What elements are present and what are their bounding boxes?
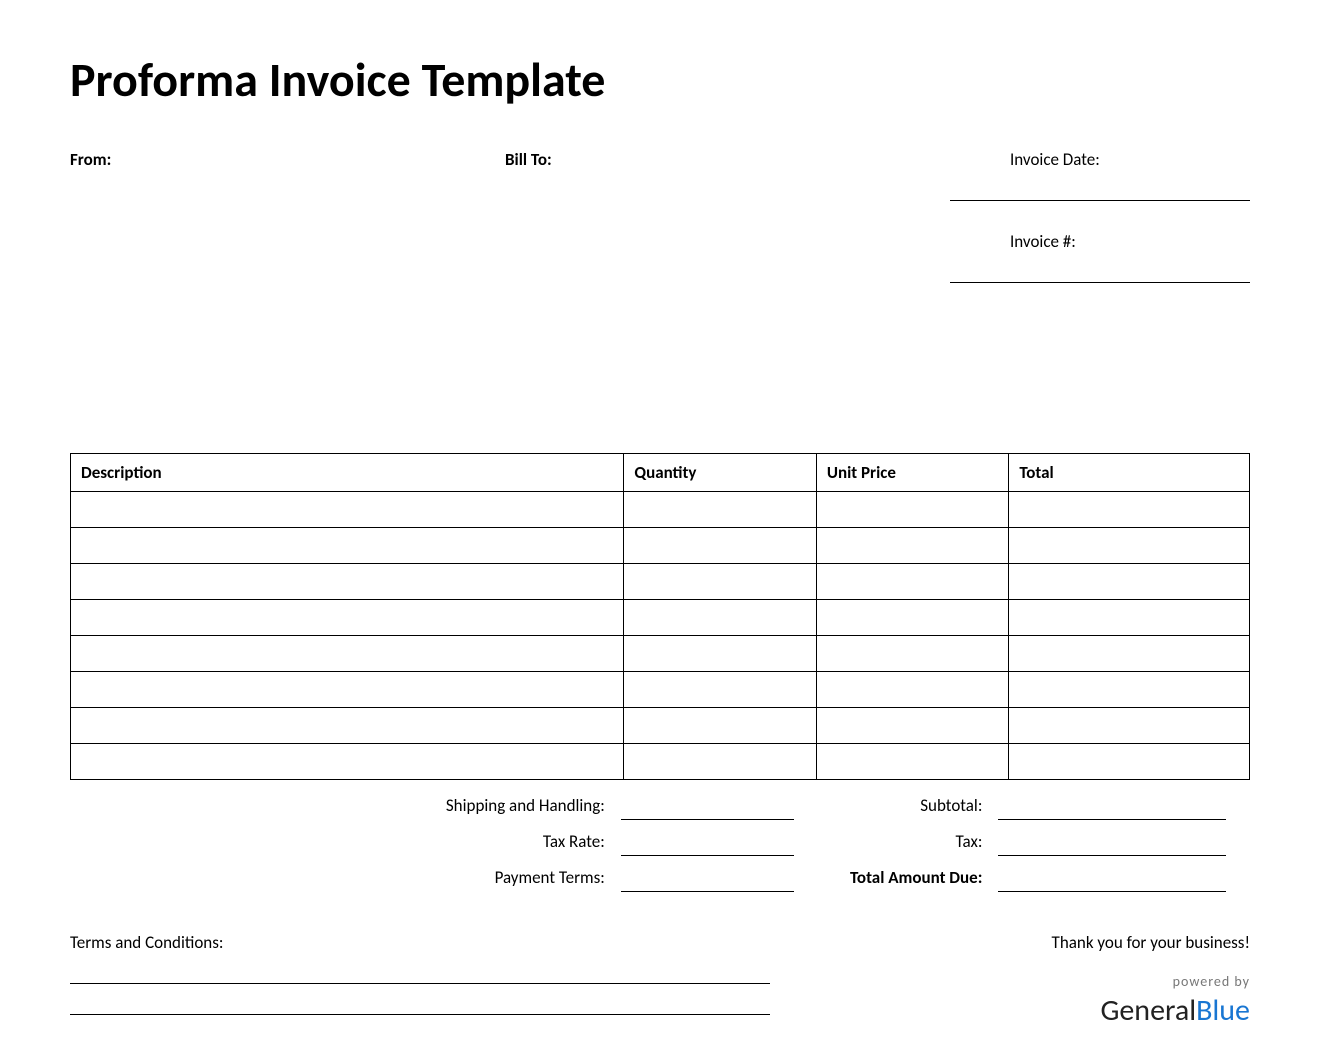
header-info: From: Bill To: Invoice Date: Invoice #: — [70, 149, 1250, 313]
invoice-number-field[interactable] — [950, 282, 1250, 283]
bill-to-block: Bill To: — [505, 149, 950, 313]
cell-total[interactable] — [1009, 636, 1250, 672]
powered-by-text: powered by — [770, 973, 1250, 990]
table-row — [71, 672, 1250, 708]
cell-quantity[interactable] — [624, 672, 816, 708]
cell-unit_price[interactable] — [816, 492, 1008, 528]
cell-unit_price[interactable] — [816, 600, 1008, 636]
cell-description[interactable] — [71, 708, 624, 744]
cell-quantity[interactable] — [624, 492, 816, 528]
cell-unit_price[interactable] — [816, 708, 1008, 744]
invoice-date-field[interactable] — [950, 200, 1250, 201]
cell-total[interactable] — [1009, 564, 1250, 600]
cell-description[interactable] — [71, 744, 624, 780]
invoice-number-label: Invoice #: — [950, 231, 1250, 252]
footer-section: Terms and Conditions: Thank you for your… — [70, 932, 1250, 1045]
cell-unit_price[interactable] — [816, 744, 1008, 780]
col-header-description: Description — [71, 454, 624, 492]
cell-total[interactable] — [1009, 528, 1250, 564]
payment-terms-label: Payment Terms: — [70, 867, 613, 892]
cell-description[interactable] — [71, 636, 624, 672]
cell-quantity[interactable] — [624, 600, 816, 636]
cell-total[interactable] — [1009, 672, 1250, 708]
brand-logo: GeneralBlue — [770, 992, 1250, 1029]
cell-total[interactable] — [1009, 744, 1250, 780]
cell-description[interactable] — [71, 600, 624, 636]
invoice-date-label: Invoice Date: — [950, 149, 1250, 170]
cell-quantity[interactable] — [624, 528, 816, 564]
bill-to-label: Bill To: — [505, 149, 552, 170]
cell-unit_price[interactable] — [816, 672, 1008, 708]
cell-description[interactable] — [71, 528, 624, 564]
cell-unit_price[interactable] — [816, 564, 1008, 600]
col-header-unit-price: Unit Price — [816, 454, 1008, 492]
total-due-field[interactable] — [998, 856, 1226, 892]
subtotal-field[interactable] — [998, 784, 1226, 820]
page-title: Proforma Invoice Template — [70, 50, 1250, 109]
payment-terms-field[interactable] — [621, 856, 794, 892]
terms-line-2[interactable] — [70, 1014, 770, 1015]
table-row — [71, 492, 1250, 528]
meta-block: Invoice Date: Invoice #: — [950, 149, 1250, 313]
cell-quantity[interactable] — [624, 636, 816, 672]
tax-rate-field[interactable] — [621, 820, 794, 856]
col-header-quantity: Quantity — [624, 454, 816, 492]
cell-quantity[interactable] — [624, 708, 816, 744]
shipping-label: Shipping and Handling: — [70, 795, 613, 820]
table-row — [71, 708, 1250, 744]
terms-block: Terms and Conditions: — [70, 932, 770, 1045]
thank-you-text: Thank you for your business! — [770, 932, 1250, 953]
table-row — [71, 600, 1250, 636]
cell-unit_price[interactable] — [816, 636, 1008, 672]
from-block: From: — [70, 149, 505, 313]
col-header-total: Total — [1009, 454, 1250, 492]
cell-description[interactable] — [71, 564, 624, 600]
table-row — [71, 744, 1250, 780]
subtotal-label: Subtotal: — [802, 795, 991, 820]
cell-total[interactable] — [1009, 708, 1250, 744]
brand-blue: Blue — [1196, 992, 1250, 1029]
brand-general: General — [1100, 992, 1196, 1029]
line-items-table: Description Quantity Unit Price Total — [70, 453, 1250, 780]
table-row — [71, 636, 1250, 672]
tax-label: Tax: — [802, 831, 991, 856]
from-label: From: — [70, 149, 111, 170]
cell-unit_price[interactable] — [816, 528, 1008, 564]
cell-quantity[interactable] — [624, 744, 816, 780]
table-row — [71, 528, 1250, 564]
tax-field[interactable] — [998, 820, 1226, 856]
cell-total[interactable] — [1009, 492, 1250, 528]
tax-rate-label: Tax Rate: — [70, 831, 613, 856]
table-row — [71, 564, 1250, 600]
cell-description[interactable] — [71, 672, 624, 708]
shipping-field[interactable] — [621, 784, 794, 820]
terms-line-1[interactable] — [70, 983, 770, 984]
thanks-block: Thank you for your business! powered by … — [770, 932, 1250, 1045]
cell-total[interactable] — [1009, 600, 1250, 636]
summary-section: Shipping and Handling: Tax Rate: Payment… — [70, 784, 1250, 892]
terms-label: Terms and Conditions: — [70, 932, 770, 953]
total-due-label: Total Amount Due: — [802, 867, 991, 892]
cell-quantity[interactable] — [624, 564, 816, 600]
cell-description[interactable] — [71, 492, 624, 528]
